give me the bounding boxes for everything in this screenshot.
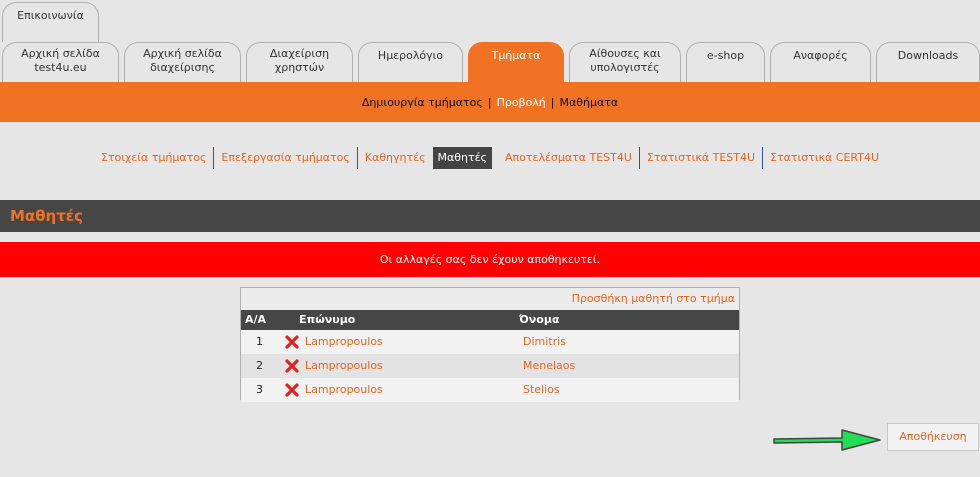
- tab-label: Αρχική σελίδα: [143, 47, 222, 60]
- tab-label: χρηστών: [274, 61, 325, 74]
- subnav-edit-class[interactable]: Επεξεργασία τμήματος: [214, 147, 358, 169]
- tab-calendar[interactable]: Ημερολόγιο: [358, 42, 463, 82]
- separator: |: [487, 95, 492, 109]
- delete-icon[interactable]: [281, 330, 303, 354]
- subnav-students[interactable]: Μαθητές: [432, 147, 492, 169]
- student-last-name[interactable]: Lampropoulos: [303, 330, 523, 354]
- subnav-class-details[interactable]: Στοιχεία τμήματος: [94, 147, 215, 169]
- table-row: 1 Lampropoulos Dimitris: [241, 330, 739, 354]
- subnav-teachers[interactable]: Καθηγητές: [358, 147, 433, 169]
- class-actions-bar: Δημιουργία τμήματος | Προβολή | Μαθήματα: [0, 82, 980, 122]
- add-student-link[interactable]: Προσθήκη μαθητή στο τμήμα: [241, 288, 739, 310]
- unsaved-changes-alert: Οι αλλαγές σας δεν έχουν αποθηκευτεί.: [0, 242, 980, 277]
- header-aa: Α/Α: [245, 313, 267, 326]
- row-number: 3: [256, 383, 263, 396]
- main-tab-bar: Αρχική σελίδα test4u.eu Αρχική σελίδα δι…: [0, 42, 980, 82]
- tab-label: Διαχείριση: [269, 47, 330, 60]
- tab-admin-home[interactable]: Αρχική σελίδα διαχείρισης: [124, 42, 241, 82]
- separator: |: [550, 95, 555, 109]
- lessons-link[interactable]: Μαθήματα: [560, 96, 619, 109]
- tab-label: test4u.eu: [34, 61, 87, 74]
- tab-classes[interactable]: Τμήματα: [468, 42, 564, 82]
- table-header: Α/Α Επώνυμο Όνομα: [241, 310, 739, 330]
- tab-label: Αίθουσες και: [589, 47, 661, 60]
- tab-user-management[interactable]: Διαχείριση χρηστών: [246, 42, 353, 82]
- tab-label: υπολογιστές: [590, 61, 660, 74]
- subnav-cert4u-stats[interactable]: Στατιστικά CERT4U: [763, 147, 886, 169]
- tab-contact[interactable]: Επικοινωνία: [2, 2, 99, 42]
- tab-label: διαχείρισης: [150, 61, 215, 74]
- view-link[interactable]: Προβολή: [497, 96, 546, 109]
- row-number: 2: [256, 359, 263, 372]
- tab-label: Αρχική σελίδα: [21, 47, 100, 60]
- student-first-name[interactable]: Dimitris: [523, 330, 723, 354]
- save-button[interactable]: Αποθήκευση: [887, 423, 979, 451]
- section-header: Μαθητές: [0, 200, 980, 232]
- tab-downloads[interactable]: Downloads: [876, 42, 980, 82]
- students-panel: Προσθήκη μαθητή στο τμήμα Α/Α Επώνυμο Όν…: [240, 287, 740, 402]
- tab-reports[interactable]: Αναφορές: [770, 42, 871, 82]
- tab-contact-label: Επικοινωνία: [17, 9, 84, 22]
- header-last-name: Επώνυμο: [299, 313, 356, 326]
- tab-label: Τμήματα: [491, 49, 541, 62]
- tab-label: Ημερολόγιο: [377, 49, 444, 62]
- student-last-name[interactable]: Lampropoulos: [303, 354, 523, 378]
- tab-eshop[interactable]: e-shop: [686, 42, 765, 82]
- student-first-name[interactable]: Stelios: [523, 378, 723, 402]
- class-sub-nav: Στοιχεία τμήματος Επεξεργασία τμήματος Κ…: [0, 146, 980, 170]
- arrow-right-icon: [773, 429, 881, 451]
- table-row: 3 Lampropoulos Stelios: [241, 378, 739, 402]
- student-last-name[interactable]: Lampropoulos: [303, 378, 523, 402]
- row-number: 1: [256, 335, 263, 348]
- create-class-link[interactable]: Δημιουργία τμήματος: [362, 96, 483, 109]
- subnav-test4u-stats[interactable]: Στατιστικά TEST4U: [640, 147, 764, 169]
- student-first-name[interactable]: Menelaos: [523, 354, 723, 378]
- tab-home[interactable]: Αρχική σελίδα test4u.eu: [2, 42, 119, 82]
- tab-label: Downloads: [897, 49, 959, 62]
- delete-icon[interactable]: [281, 354, 303, 378]
- subnav-test4u-results[interactable]: Αποτελέσματα TEST4U: [498, 147, 640, 169]
- header-first-name: Όνομα: [519, 313, 560, 326]
- tab-label: Αναφορές: [793, 49, 848, 62]
- table-row: 2 Lampropoulos Menelaos: [241, 354, 739, 378]
- delete-icon[interactable]: [281, 378, 303, 402]
- tab-label: e-shop: [706, 49, 745, 62]
- tab-rooms-computers[interactable]: Αίθουσες και υπολογιστές: [569, 42, 681, 82]
- page-title: Μαθητές: [10, 207, 84, 225]
